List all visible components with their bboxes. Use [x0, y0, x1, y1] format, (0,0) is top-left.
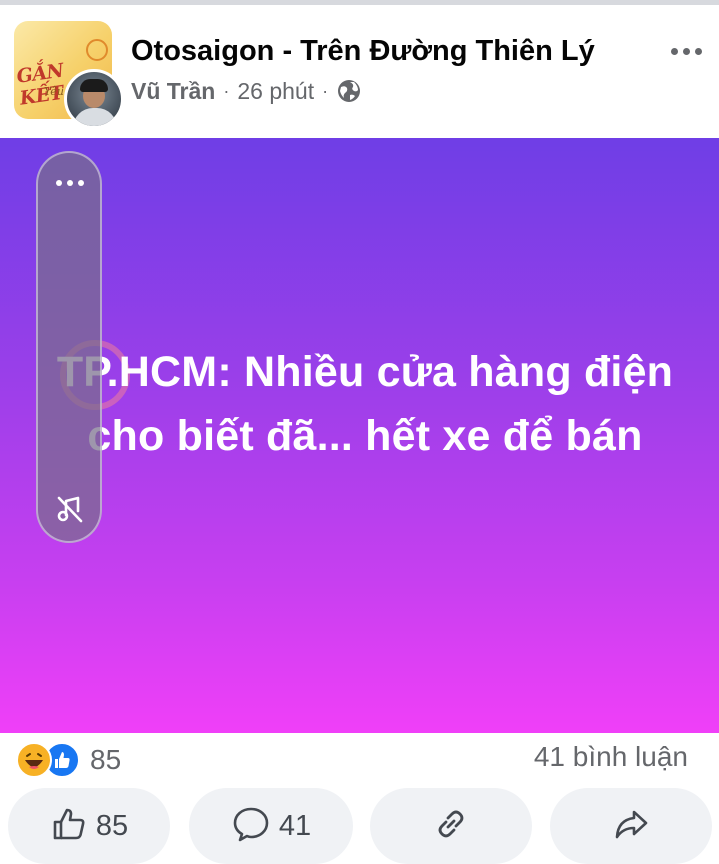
reaction-summary[interactable]: 85 [16, 740, 121, 780]
like-button[interactable]: 85 [8, 788, 170, 864]
media-menu-button[interactable] [50, 171, 90, 195]
author-name[interactable]: Vũ Trần [131, 78, 215, 105]
thumbs-up-icon [50, 805, 88, 848]
post-meta: Vũ Trần · 26 phút · [131, 75, 362, 107]
comments-count[interactable]: 41 bình luận [534, 741, 688, 773]
copy-link-button[interactable] [370, 788, 532, 864]
globe-icon[interactable] [336, 78, 362, 104]
group-avatar-decoration [86, 39, 108, 61]
post-options-button[interactable] [664, 37, 708, 65]
meta-separator: · [322, 80, 329, 101]
comment-button[interactable]: 41 [189, 788, 353, 864]
comment-count: 41 [278, 809, 312, 842]
post-header: GẮN KẾT Yêu Thương Otosaigon - Trên Đườn… [0, 5, 719, 137]
share-button[interactable] [550, 788, 712, 864]
share-arrow-icon [611, 804, 651, 849]
like-count: 85 [95, 809, 129, 842]
music-off-icon[interactable] [54, 493, 86, 525]
more-dots-icon [670, 47, 678, 55]
reactions-count: 85 [90, 744, 122, 775]
floating-media-controls [36, 151, 102, 543]
more-dots-icon [56, 180, 62, 186]
link-icon [432, 805, 470, 848]
meta-separator: · [223, 80, 230, 101]
group-name[interactable]: Otosaigon - Trên Đường Thiên Lý [131, 35, 595, 68]
author-avatar[interactable] [64, 69, 124, 129]
post-text: TP.HCM: Nhiều cửa hàng điện cho biết đã.… [56, 348, 674, 460]
post-time[interactable]: 26 phút [237, 78, 314, 105]
haha-icon [16, 742, 52, 778]
comment-bubble-icon [231, 804, 271, 849]
